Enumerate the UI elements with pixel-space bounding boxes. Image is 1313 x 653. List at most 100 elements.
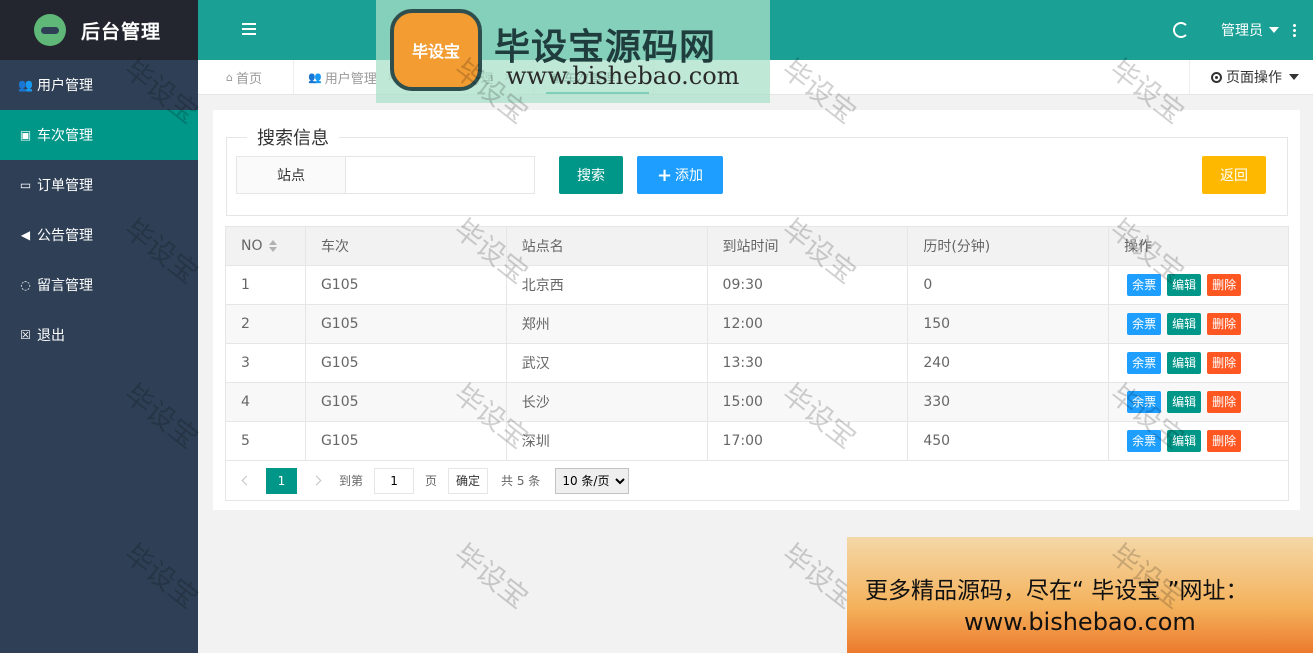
- plus-icon: +: [656, 164, 673, 186]
- users-icon: 👥: [308, 70, 322, 84]
- refresh-icon[interactable]: [1173, 22, 1189, 38]
- station-label: 站点: [236, 156, 346, 194]
- cell-actions: 余票 编辑 删除: [1108, 421, 1289, 461]
- sidebar-item-logout[interactable]: ☒ 退出: [0, 310, 198, 360]
- sidebar-item-label: 订单管理: [37, 178, 93, 194]
- edit-button[interactable]: 编辑: [1167, 274, 1202, 296]
- sort-icon[interactable]: [268, 240, 277, 252]
- delete-button[interactable]: 删除: [1207, 274, 1242, 296]
- tab-users[interactable]: 👥 用户管理 ✕: [294, 60, 414, 94]
- cell-train: G105: [304, 343, 507, 383]
- column-header-train: 车次: [304, 226, 507, 266]
- cell-station: 武汉: [505, 343, 708, 383]
- sidebar-item-trains[interactable]: ▣ 车次管理: [0, 110, 198, 160]
- sidebar-item-label: 用户管理: [37, 78, 93, 94]
- cell-duration: 450: [907, 421, 1110, 461]
- top-header: 管理员: [198, 0, 1313, 60]
- next-page-icon[interactable]: [311, 474, 325, 488]
- cell-station: 长沙: [505, 382, 708, 422]
- edit-button[interactable]: 编辑: [1167, 352, 1202, 374]
- page-size-select[interactable]: 10 条/页: [555, 467, 630, 494]
- card-icon: ▭: [428, 70, 439, 84]
- page-operations-menu[interactable]: 页面操作: [1189, 60, 1313, 94]
- chevron-down-icon: [1289, 74, 1299, 80]
- back-button[interactable]: 返回: [1202, 156, 1266, 194]
- page-operations-label: 页面操作: [1226, 70, 1282, 86]
- add-button[interactable]: + 添加: [637, 156, 723, 194]
- goto-page-input[interactable]: [374, 467, 415, 494]
- promo-url: www.bishebao.com: [964, 608, 1196, 636]
- tab-home[interactable]: ⌂ 首页: [198, 60, 294, 94]
- search-button[interactable]: 搜索: [559, 156, 623, 194]
- cell-actions: 余票 编辑 删除: [1108, 382, 1289, 422]
- sidebar-item-label: 公告管理: [37, 228, 93, 244]
- cell-train: G105: [304, 382, 507, 422]
- pagination: 1 到第 页 确定 共 5 条 10 条/页: [225, 461, 1289, 501]
- sidebar-item-users[interactable]: 👥 用户管理: [0, 60, 198, 110]
- table-row: 4 G105 长沙 15:00 330 余票 编辑 删除: [225, 382, 1289, 422]
- promo-text: 更多精品源码，尽在“ 毕设宝 ”网址：: [865, 578, 1249, 604]
- sidebar-item-notices[interactable]: ◀ 公告管理: [0, 210, 198, 260]
- watermark-text: 毕设宝: [775, 537, 863, 616]
- delete-button[interactable]: 删除: [1207, 430, 1242, 452]
- column-header-arrival: 到站时间: [706, 226, 909, 266]
- edit-button[interactable]: 编辑: [1167, 313, 1202, 335]
- cell-duration: 240: [907, 343, 1110, 383]
- remaining-tickets-button[interactable]: 余票: [1127, 391, 1162, 413]
- delete-button[interactable]: 删除: [1207, 352, 1242, 374]
- goto-prefix: 到第: [339, 474, 364, 488]
- goto-suffix: 页: [425, 474, 438, 488]
- watermark-text: 毕设宝: [1103, 537, 1191, 616]
- sidebar-item-messages[interactable]: ◌ 留言管理: [0, 260, 198, 310]
- cell-arrival: 09:30: [706, 265, 909, 305]
- current-page[interactable]: 1: [266, 467, 297, 494]
- remaining-tickets-button[interactable]: 余票: [1127, 274, 1162, 296]
- cell-duration: 150: [907, 304, 1110, 344]
- column-header-no[interactable]: NO: [225, 226, 306, 266]
- sidebar: 后台管理 👥 用户管理 ▣ 车次管理 ▭ 订单管理 ◀ 公告管理 ◌ 留言管理 …: [0, 0, 198, 653]
- cell-duration: 330: [907, 382, 1110, 422]
- delete-button[interactable]: 删除: [1207, 391, 1242, 413]
- prev-page-icon[interactable]: [238, 474, 252, 488]
- active-tab-indicator: [546, 92, 649, 94]
- tab-label: 订单管理: [441, 71, 494, 87]
- cell-arrival: 17:00: [706, 421, 909, 461]
- search-legend: 搜索信息: [257, 128, 329, 149]
- close-box-icon: ☒: [20, 328, 31, 342]
- close-icon[interactable]: ✕: [387, 71, 396, 84]
- table-row: 1 G105 北京西 09:30 0 余票 编辑 删除: [225, 265, 1289, 305]
- card-icon: ▭: [19, 178, 32, 192]
- close-icon[interactable]: ✕: [503, 71, 512, 84]
- edit-button[interactable]: 编辑: [1167, 430, 1202, 452]
- cell-train: G105: [304, 421, 507, 461]
- tab-label: 用户管理: [324, 71, 377, 87]
- menu-toggle-icon[interactable]: [240, 20, 258, 40]
- column-header-duration: 历时(分钟): [907, 226, 1110, 266]
- logo: 后台管理: [0, 0, 198, 60]
- chevron-down-icon: [1269, 27, 1279, 33]
- remaining-tickets-button[interactable]: 余票: [1127, 352, 1162, 374]
- more-vertical-icon[interactable]: [1293, 23, 1297, 37]
- train-icon: ▣: [550, 70, 561, 84]
- tab-orders[interactable]: ▭ 订单管理 ✕: [414, 60, 534, 94]
- total-count: 共 5 条: [501, 474, 541, 488]
- home-icon: ⌂: [226, 70, 233, 84]
- volume-icon: ◀: [20, 228, 31, 242]
- cell-duration: 0: [907, 265, 1110, 305]
- sidebar-item-label: 车次管理: [37, 128, 93, 144]
- delete-button[interactable]: 删除: [1207, 313, 1242, 335]
- remaining-tickets-button[interactable]: 余票: [1127, 313, 1162, 335]
- goto-confirm-button[interactable]: 确定: [448, 467, 489, 494]
- tab-trains[interactable]: ▣ 车次管理: [534, 60, 654, 94]
- cell-no: 2: [225, 304, 306, 344]
- cell-arrival: 13:30: [706, 343, 909, 383]
- station-input[interactable]: [345, 156, 535, 194]
- remaining-tickets-button[interactable]: 余票: [1127, 430, 1162, 452]
- user-menu[interactable]: 管理员: [1221, 20, 1279, 40]
- sidebar-item-orders[interactable]: ▭ 订单管理: [0, 160, 198, 210]
- cell-actions: 余票 编辑 删除: [1108, 304, 1289, 344]
- cell-station: 深圳: [505, 421, 708, 461]
- edit-button[interactable]: 编辑: [1167, 391, 1202, 413]
- main-card: 搜索信息 站点 搜索 + 添加 返回 NO 车次 站点名 到站时间 历时(分钟)…: [213, 110, 1300, 510]
- table-row: 3 G105 武汉 13:30 240 余票 编辑 删除: [225, 343, 1289, 383]
